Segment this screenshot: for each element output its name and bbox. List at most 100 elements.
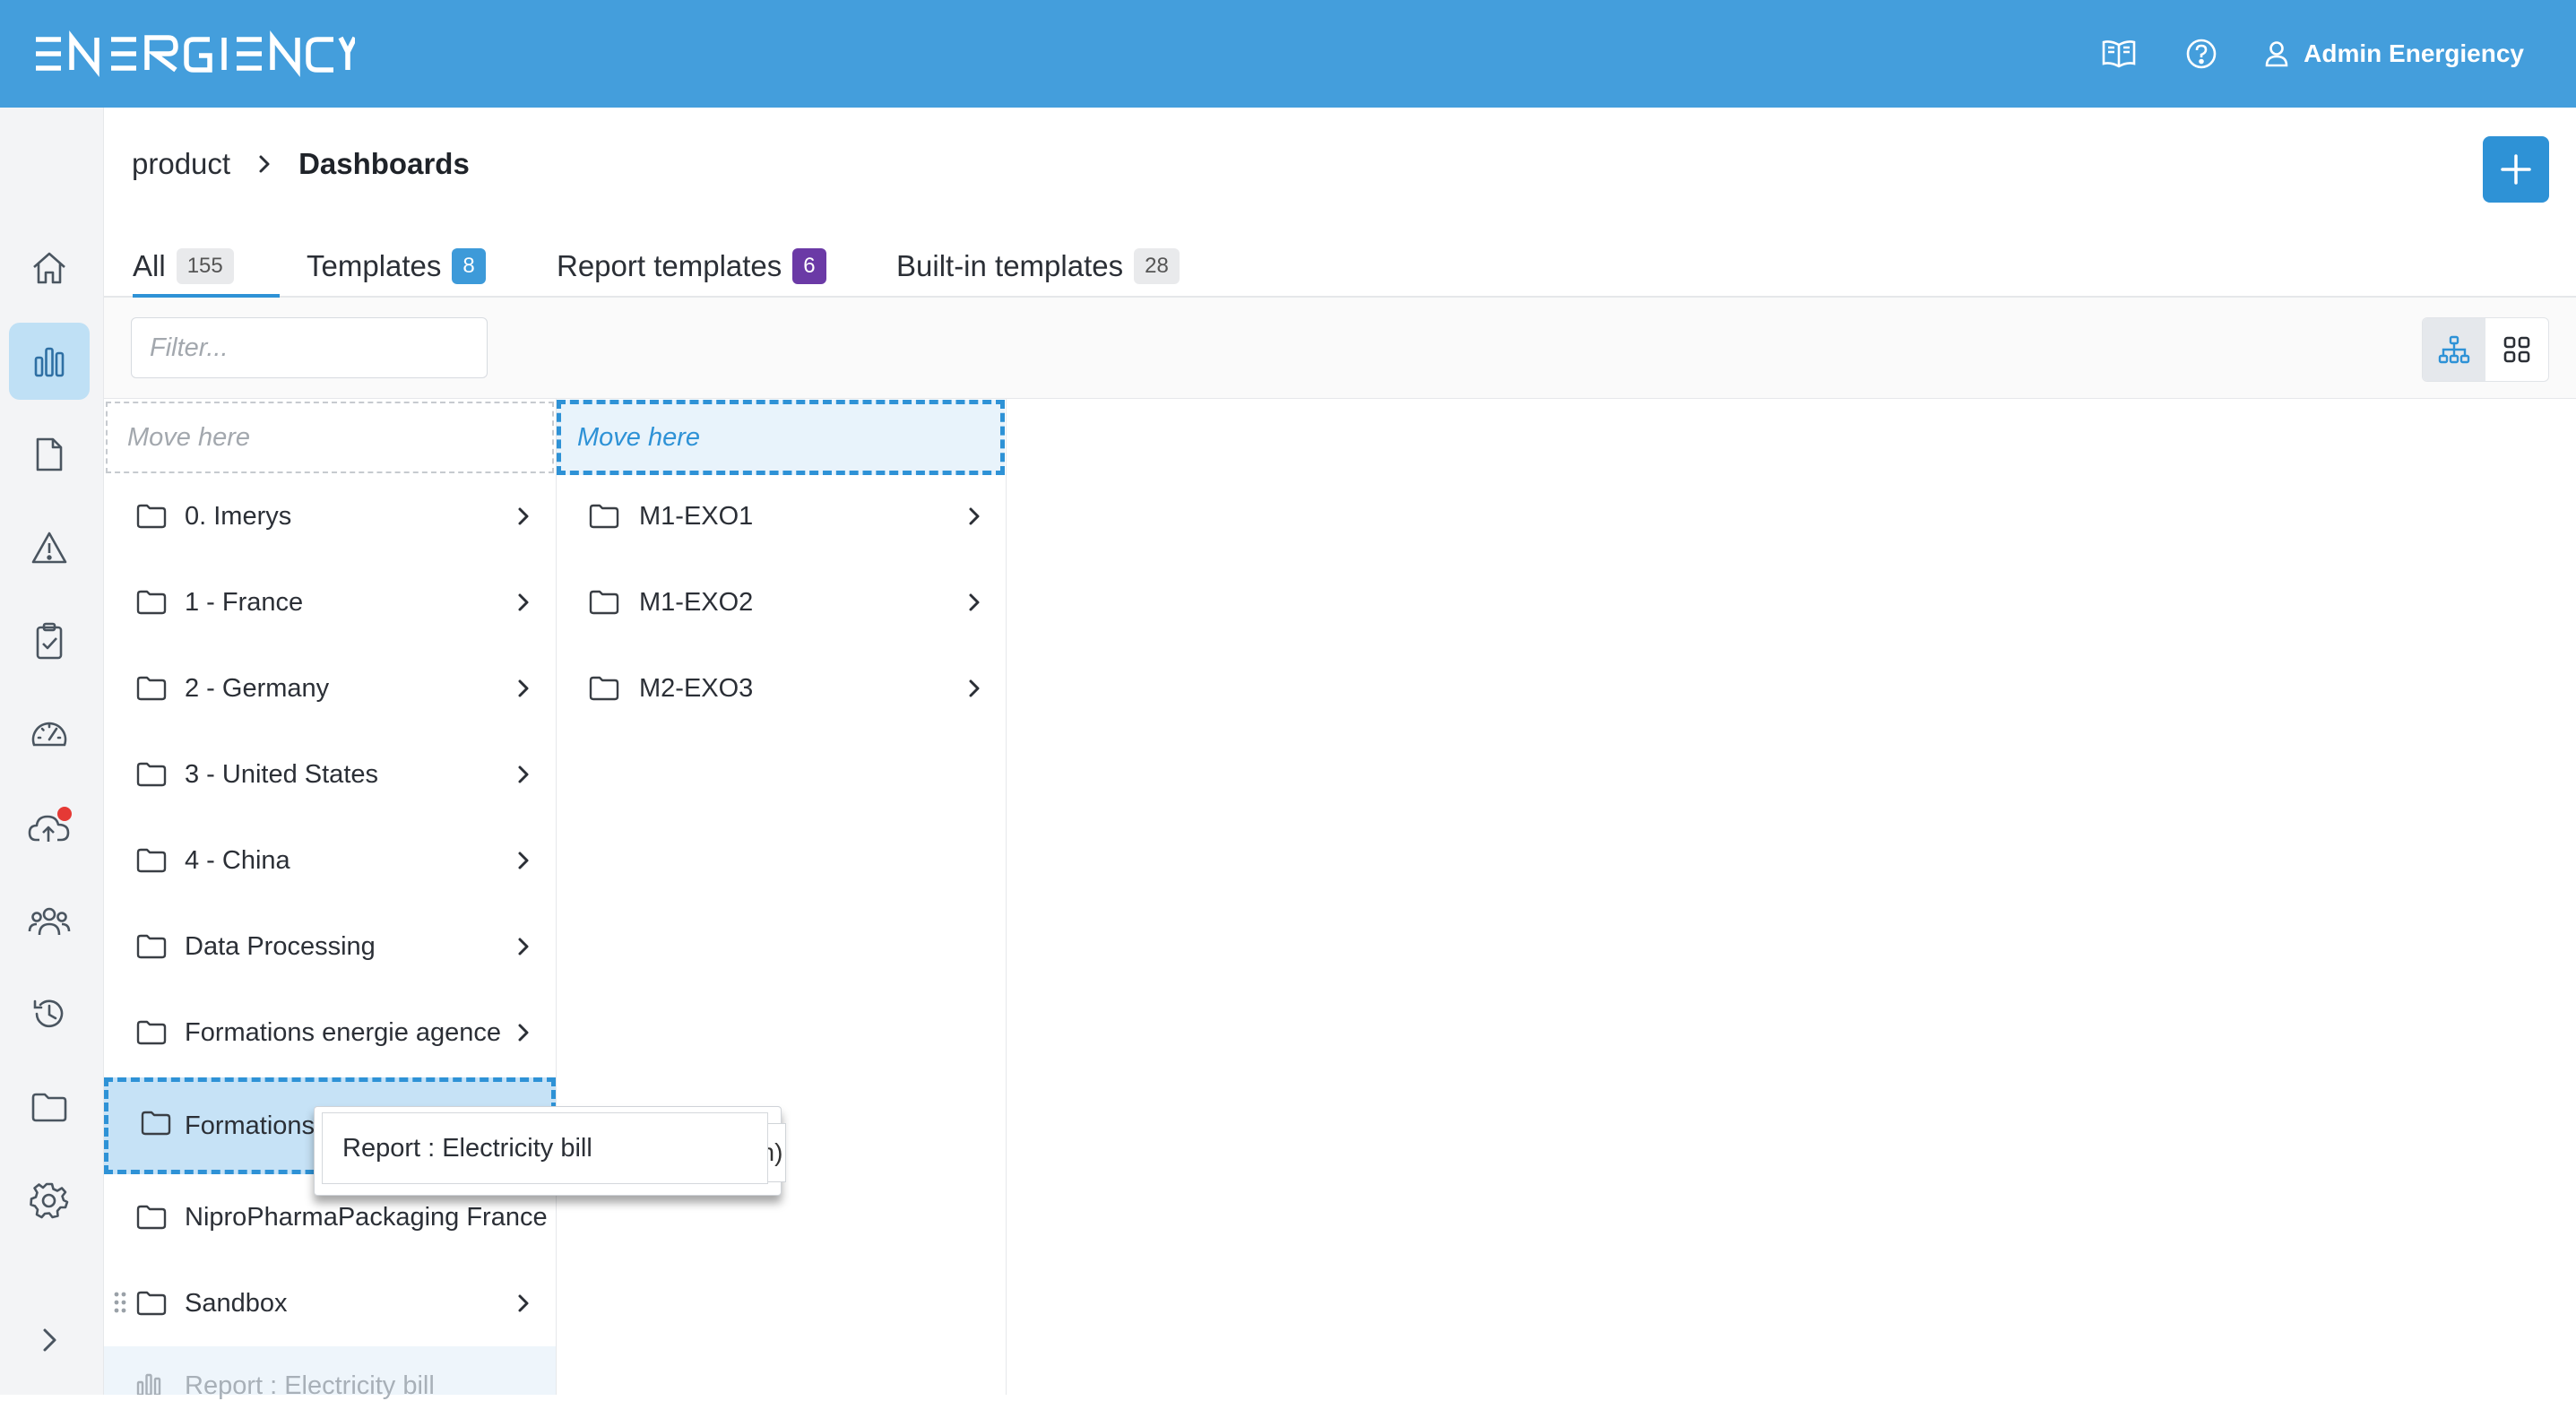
folder-row[interactable]: M1-EXO1 [557,473,1006,559]
folder-icon [589,590,619,615]
folder-icon [136,762,167,787]
folder-column-child: Move here M1-EXO1 M1-EXO2 M2-EXO3 [557,398,1007,1395]
sidebar-item-settings[interactable] [9,1162,90,1239]
folder-label: 2 - Germany [185,673,330,703]
gauge-icon [31,722,67,747]
add-dashboard-button[interactable] [2483,136,2549,203]
plus-icon [2501,154,2531,185]
gear-icon [30,1182,69,1219]
folder-row[interactable]: 3 - United States [104,731,556,817]
help-icon[interactable] [2182,34,2221,74]
history-icon [33,999,64,1028]
count-badge: 28 [1134,248,1180,284]
folder-label: Formations energie agence [185,1017,502,1047]
folder-label: Sandbox [185,1288,288,1318]
filter-field [131,317,494,378]
folder-row[interactable]: Data Processing [104,904,556,990]
folder-icon [136,1291,167,1316]
folder-column-root: Move here 0. Imerys 1 - France 2 - Germa… [104,398,557,1400]
folder-label: 0. Imerys [185,501,292,531]
grid-view-button[interactable] [2485,318,2548,381]
folder-row[interactable]: 4 - China [104,817,556,904]
top-bar: Admin Energiency [0,0,2576,108]
tab-report-templates[interactable]: Report templates 6 [557,237,826,296]
chevron-right-icon [518,593,529,611]
drag-preview[interactable]: n) Report : Electricity bill [314,1106,786,1196]
tab-label: All [133,249,166,282]
folder-icon [136,1020,167,1045]
tab-bar: All 155 Templates 8 Report templates 6 B… [104,237,2576,298]
folder-icon [136,934,167,959]
folder-icon [136,1205,167,1230]
book-icon[interactable] [2099,34,2139,74]
user-icon [2265,41,2288,67]
chevron-right-icon [969,593,980,611]
folder-row[interactable]: Formations energie agence [104,990,556,1076]
sidebar-item-files[interactable] [9,1068,90,1146]
folder-label: M2-EXO3 [639,673,754,703]
folder-label: NiproPharmaPackaging France [185,1202,548,1232]
notification-dot [57,807,72,821]
tab-label: Built-in templates [896,249,1124,282]
chevron-right-icon [969,507,980,525]
folder-row[interactable]: 2 - Germany [104,645,556,731]
clipboard-check-icon [36,622,63,660]
folder-row[interactable]: M1-EXO2 [557,559,1006,645]
toolbar [104,298,2576,399]
chevron-right-icon [518,852,529,869]
chevron-right-icon [43,1328,56,1352]
tree-view-button[interactable] [2423,318,2485,381]
chevron-right-icon [969,679,980,697]
tab-templates[interactable]: Templates 8 [307,237,486,296]
folder-icon [589,504,619,529]
count-badge: 8 [452,248,486,284]
chevron-right-icon [518,1024,529,1042]
chevron-right-icon [518,938,529,956]
folder-icon [31,1093,67,1122]
sidebar-item-history[interactable] [9,975,90,1052]
user-menu[interactable]: Admin Energiency [2264,39,2524,68]
energiency-logo[interactable] [32,27,355,81]
view-toggle [2422,317,2549,382]
filter-input[interactable] [148,332,494,364]
move-here-dropzone[interactable]: Move here [106,402,554,473]
chevron-right-icon [518,765,529,783]
folder-label: M1-EXO1 [639,501,754,531]
sidebar-item-home[interactable] [9,229,90,307]
user-name: Admin Energiency [2304,39,2524,67]
chevron-right-icon [518,1294,529,1312]
folder-label: 1 - France [185,587,304,617]
count-badge: 155 [176,248,234,284]
dragged-report-placeholder: Report : Electricity bill [104,1346,556,1400]
page-title: Dashboards [298,147,470,180]
chevron-right-icon [259,155,270,173]
folder-icon [141,1111,171,1136]
sidebar-item-users[interactable] [9,882,90,959]
bar-chart-icon [34,347,65,377]
folder-icon [136,848,167,873]
folder-label: M1-EXO2 [639,587,754,617]
sidebar-item-alerts[interactable] [9,509,90,586]
folder-icon [589,676,619,701]
folder-row[interactable]: Sandbox [104,1260,556,1346]
tab-built-in-templates[interactable]: Built-in templates 28 [896,237,1180,296]
sidebar-expand-button[interactable] [9,1302,90,1379]
move-here-dropzone-active[interactable]: Move here [557,400,1005,475]
sidebar-item-tasks[interactable] [9,602,90,679]
folder-row[interactable]: 1 - France [104,559,556,645]
folder-row[interactable]: 0. Imerys [104,473,556,559]
sidebar-item-upload[interactable] [9,789,90,866]
tab-label: Report templates [557,249,782,282]
drag-preview-label: Report : Electricity bill [322,1112,768,1184]
drag-handle-icon[interactable] [113,1291,127,1314]
tab-all[interactable]: All 155 [133,237,280,298]
sidebar-item-documents[interactable] [9,416,90,493]
folder-icon [136,504,167,529]
sidebar-item-dashboards[interactable] [9,323,90,400]
breadcrumb-parent[interactable]: product [132,147,230,181]
chevron-right-icon [518,507,529,525]
count-badge: 6 [792,248,826,284]
folder-icon [136,590,167,615]
folder-row[interactable]: M2-EXO3 [557,645,1006,731]
sidebar-item-performance[interactable] [9,696,90,773]
